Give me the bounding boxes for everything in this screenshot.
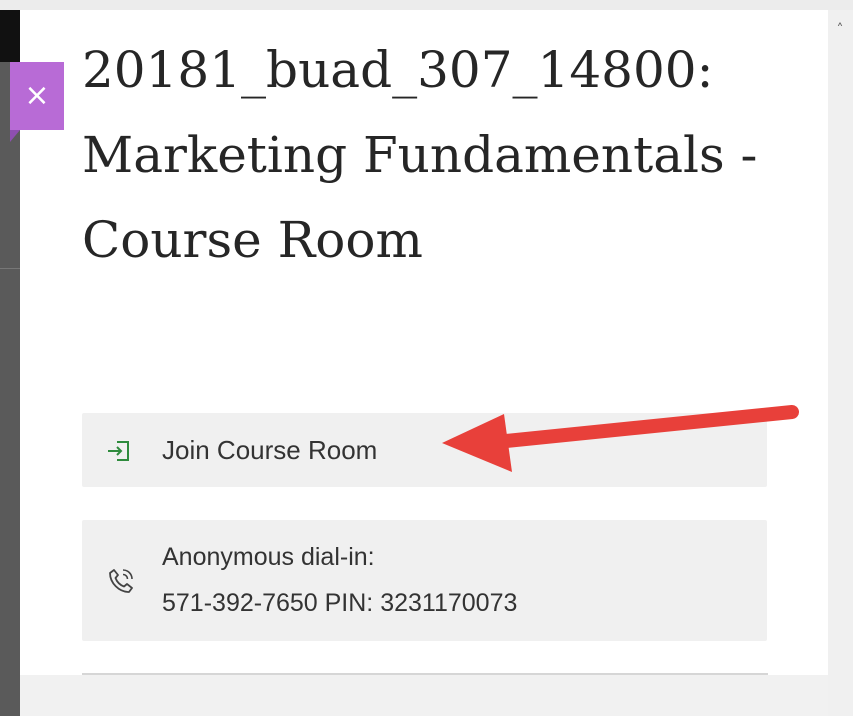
enter-room-icon: [108, 441, 129, 461]
join-course-room-button[interactable]: Join Course Room: [82, 413, 767, 487]
background-divider: [0, 268, 20, 269]
close-panel-button[interactable]: ×: [10, 62, 64, 142]
phone-icon: [109, 569, 133, 593]
dial-in-info-card: Anonymous dial-in: 571-392-7650 PIN: 323…: [82, 520, 767, 641]
panel-title: 20181_buad_307_14800: Marketing Fundamen…: [82, 41, 758, 269]
join-course-room-label: Join Course Room: [162, 435, 378, 465]
scrollbar[interactable]: [828, 10, 853, 716]
dial-in-number: 571-392-7650 PIN: 3231170073: [162, 589, 518, 617]
top-band: [0, 0, 853, 10]
close-icon: ×: [24, 78, 50, 113]
panel-footer: [20, 675, 828, 716]
scroll-up-icon[interactable]: ˄: [832, 22, 848, 38]
background-page-header: [0, 10, 20, 62]
dial-in-label: Anonymous dial-in:: [162, 543, 375, 571]
